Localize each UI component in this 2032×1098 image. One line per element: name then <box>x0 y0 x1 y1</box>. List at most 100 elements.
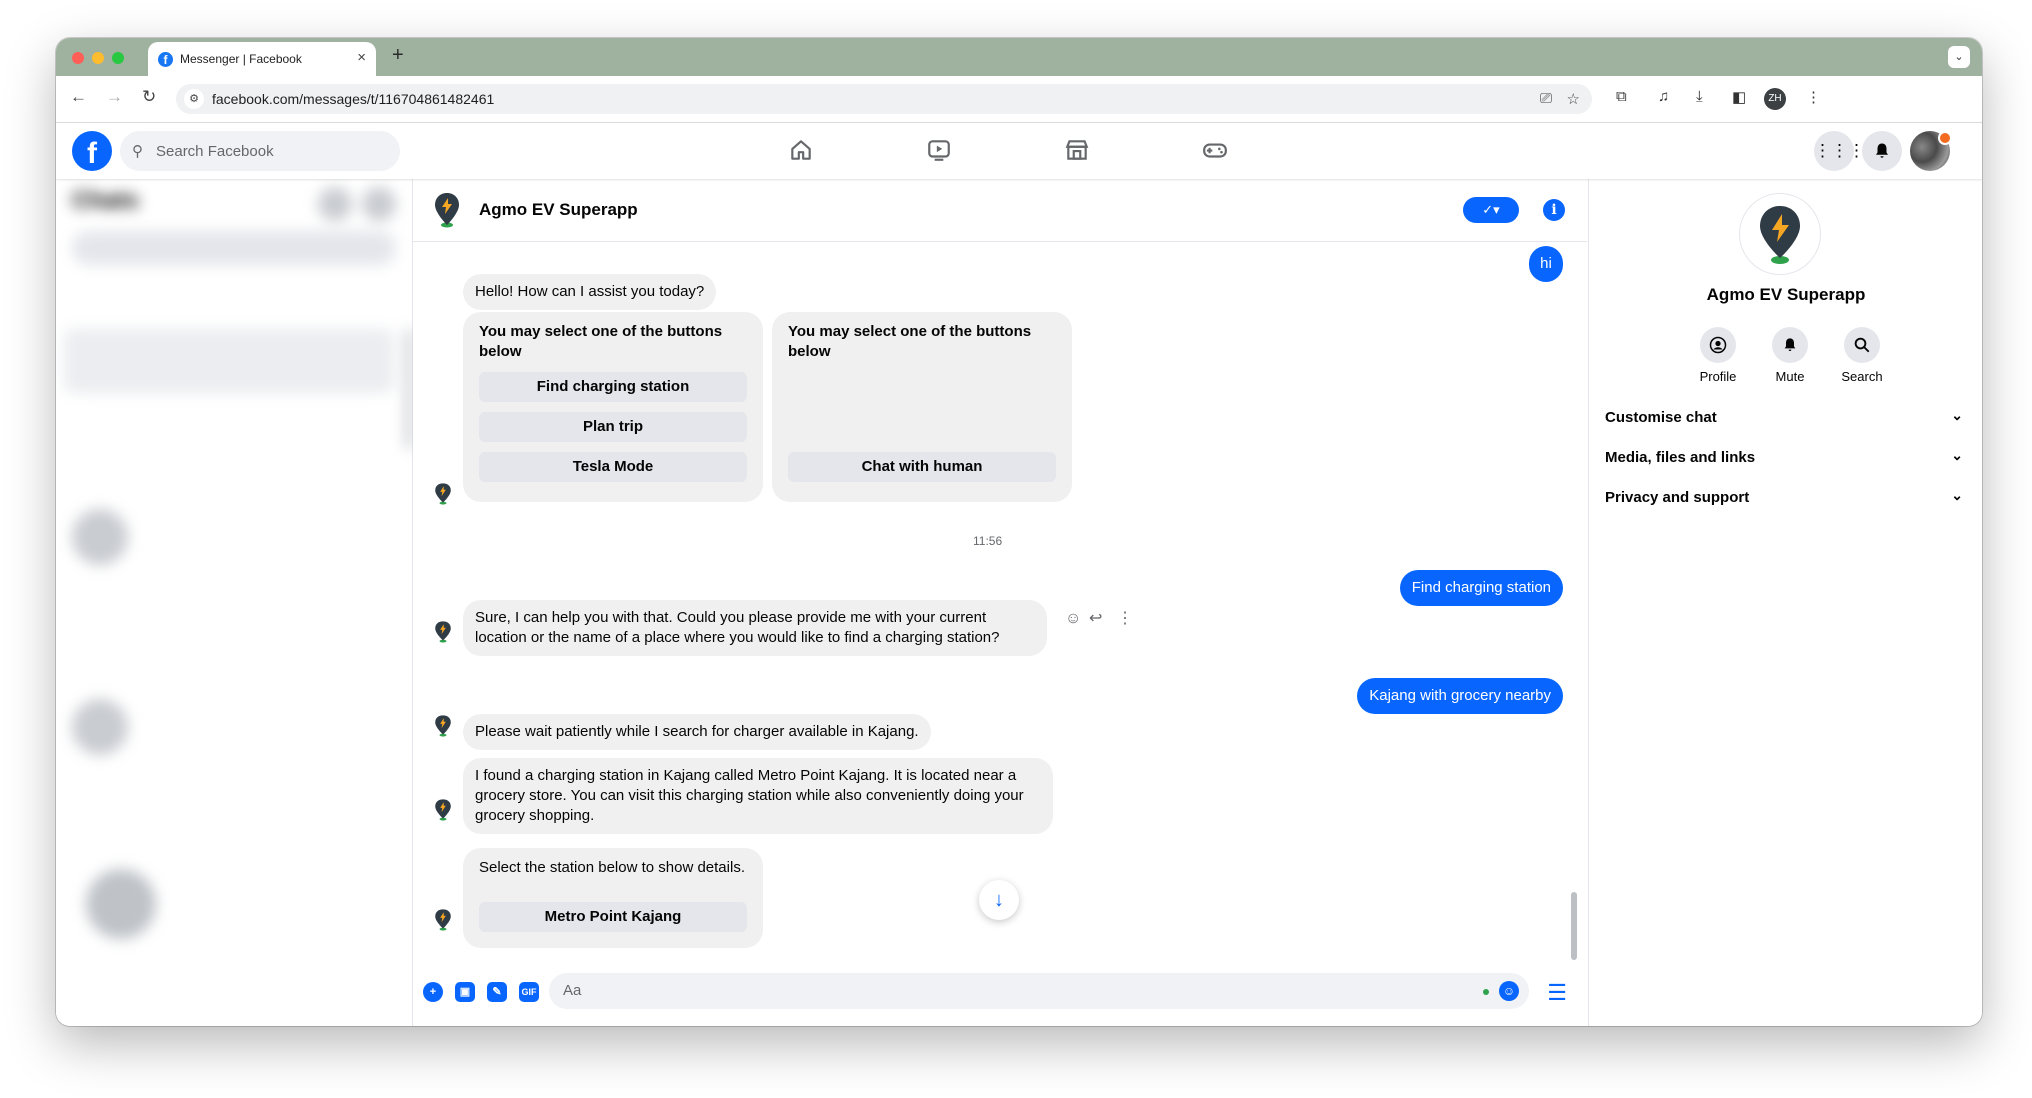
gif-icon[interactable]: GIF <box>519 982 539 1002</box>
message-input-placeholder: Aa <box>563 982 582 999</box>
address-bar[interactable]: ⚙ facebook.com/messages/t/11670486148246… <box>176 84 1592 114</box>
info-panel-name: Agmo EV Superapp <box>1706 285 1866 304</box>
facebook-header: f ⚲ Search Facebook ⋮⋮⋮ <box>56 123 1982 179</box>
facebook-search-input[interactable]: ⚲ Search Facebook <box>120 131 400 171</box>
media-files-links-section[interactable]: Media, files and links ⌄ <box>1605 439 1967 479</box>
browser-menu-icon[interactable]: ⋮ <box>1806 88 1821 106</box>
tab-close-button[interactable]: × <box>357 49 366 66</box>
message-outgoing[interactable]: hi <box>1529 246 1563 282</box>
mute-action-button[interactable]: Mute <box>1755 327 1825 384</box>
tab-strip: f Messenger | Facebook × + ⌄ <box>56 38 1982 76</box>
chat-avatar <box>86 869 156 939</box>
new-message-icon[interactable] <box>362 187 396 221</box>
message-incoming[interactable]: Please wait patiently while I search for… <box>463 714 931 750</box>
agmo-avatar-icon <box>435 799 451 821</box>
download-icon[interactable]: ⤓ <box>1696 88 1703 105</box>
media-control-icon[interactable]: ♫ <box>1658 88 1669 105</box>
bookmark-star-icon[interactable]: ☆ <box>1567 90 1580 108</box>
quick-reply-card: You may select one of the buttons below … <box>463 312 763 502</box>
privacy-support-section[interactable]: Privacy and support ⌄ <box>1605 479 1967 519</box>
message-incoming[interactable]: Sure, I can help you with that. Could yo… <box>463 600 1047 656</box>
more-options-icon[interactable]: ⋮ <box>1117 608 1133 628</box>
menu-grid-icon[interactable]: ⋮⋮⋮ <box>1814 131 1865 171</box>
plan-trip-button[interactable]: Plan trip <box>479 412 747 442</box>
home-icon[interactable] <box>788 137 818 165</box>
tab-title: Messenger | Facebook <box>180 52 302 66</box>
scroll-to-bottom-arrow-icon[interactable]: ↓ <box>979 880 1019 920</box>
sticker-icon[interactable]: ✎ <box>487 982 507 1002</box>
search-action-button[interactable]: Search <box>1827 327 1897 384</box>
metro-point-kajang-button[interactable]: Metro Point Kajang <box>479 902 747 932</box>
search-icon <box>1844 327 1880 363</box>
forward-arrow-icon[interactable]: → <box>106 87 123 107</box>
close-window-button[interactable] <box>72 52 84 64</box>
conversation-header: Agmo EV Superapp ✓▾ i <box>413 179 1587 242</box>
agmo-avatar-icon[interactable] <box>433 191 461 229</box>
message-outgoing[interactable]: Find charging station <box>1399 570 1563 606</box>
browser-tab[interactable]: f Messenger | Facebook × <box>148 42 376 76</box>
station-select-card: Select the station below to show details… <box>463 848 763 948</box>
verified-status-button[interactable]: ✓▾ <box>1463 197 1519 223</box>
agmo-avatar-icon <box>435 909 451 931</box>
reply-arrow-icon[interactable]: ↩ <box>1089 608 1102 628</box>
chats-scrollbar[interactable] <box>406 329 412 449</box>
conversation-name[interactable]: Agmo EV Superapp <box>479 200 638 220</box>
site-settings-icon[interactable]: ⚙ <box>184 89 204 109</box>
facebook-logo-icon[interactable]: f <box>72 131 112 171</box>
new-tab-button[interactable]: + <box>392 44 404 67</box>
marketplace-icon[interactable] <box>1064 137 1094 165</box>
chat-list-item[interactable] <box>64 329 394 393</box>
chats-title: Chats <box>72 187 139 214</box>
tesla-mode-button[interactable]: Tesla Mode <box>479 452 747 482</box>
search-placeholder: Search Facebook <box>156 143 274 160</box>
chevron-down-icon: ⌄ <box>1951 447 1963 463</box>
card-text: Select the station below to show details… <box>479 859 745 876</box>
browser-profile-avatar[interactable]: ZH <box>1764 88 1786 110</box>
minimize-window-button[interactable] <box>92 52 104 64</box>
photo-icon[interactable]: ▣ <box>455 982 475 1002</box>
chats-options-icon[interactable] <box>318 187 352 221</box>
message-incoming[interactable]: I found a charging station in Kajang cal… <box>463 758 1053 834</box>
message-list: hi Hello! How can I assist you today? Yo… <box>413 242 1587 960</box>
agmo-pin-icon <box>1760 206 1800 264</box>
search-action-label: Search <box>1841 369 1883 384</box>
side-panel-icon[interactable]: ◧ <box>1732 88 1746 106</box>
chat-avatar <box>72 699 128 755</box>
gaming-icon[interactable] <box>1202 137 1232 165</box>
search-icon: ⚲ <box>132 143 143 160</box>
find-charging-station-button[interactable]: Find charging station <box>479 372 747 402</box>
chevron-down-icon: ⌄ <box>1951 487 1963 503</box>
back-arrow-icon[interactable]: ← <box>70 87 87 107</box>
section-label: Media, files and links <box>1605 449 1756 466</box>
url-text[interactable]: facebook.com/messages/t/116704861482461 <box>212 91 494 107</box>
profile-action-button[interactable]: Profile <box>1683 327 1753 384</box>
extensions-icon[interactable]: ⧉ <box>1616 88 1627 105</box>
messages-scrollbar[interactable] <box>1571 892 1577 960</box>
bell-icon <box>1772 327 1808 363</box>
card-text: You may select one of the buttons below <box>788 323 1032 360</box>
profile-action-label: Profile <box>1699 369 1737 384</box>
notifications-bell-icon[interactable] <box>1862 131 1902 171</box>
agmo-profile-logo[interactable] <box>1739 193 1821 275</box>
chat-with-human-button[interactable]: Chat with human <box>788 452 1056 482</box>
search-messenger-input[interactable] <box>72 231 396 265</box>
section-label: Customise chat <box>1605 409 1717 426</box>
maximize-window-button[interactable] <box>112 52 124 64</box>
message-incoming[interactable]: Hello! How can I assist you today? <box>463 274 717 310</box>
conversation-info-icon[interactable]: i <box>1543 199 1565 221</box>
message-outgoing[interactable]: Kajang with grocery nearby <box>1357 678 1563 714</box>
chats-blurred-content: Chats <box>56 179 412 1026</box>
tab-search-chevron-icon[interactable]: ⌄ <box>1948 46 1970 68</box>
facebook-favicon-icon: f <box>158 52 173 67</box>
install-app-icon[interactable]: ⎚ <box>1540 90 1552 107</box>
account-avatar[interactable] <box>1910 131 1952 171</box>
react-smiley-icon[interactable]: ☺ <box>1065 610 1081 628</box>
reload-icon[interactable]: ↻ <box>142 87 156 107</box>
chevron-down-icon: ⌄ <box>1951 407 1963 423</box>
message-input[interactable]: Aa ☺ <box>549 973 1529 1009</box>
customise-chat-section[interactable]: Customise chat ⌄ <box>1605 399 1967 439</box>
menu-lines-icon[interactable]: ☰ <box>1547 980 1567 1006</box>
video-icon[interactable] <box>926 137 956 165</box>
plus-icon[interactable]: + <box>423 982 443 1002</box>
emoji-icon[interactable]: ☺ <box>1499 981 1519 1001</box>
